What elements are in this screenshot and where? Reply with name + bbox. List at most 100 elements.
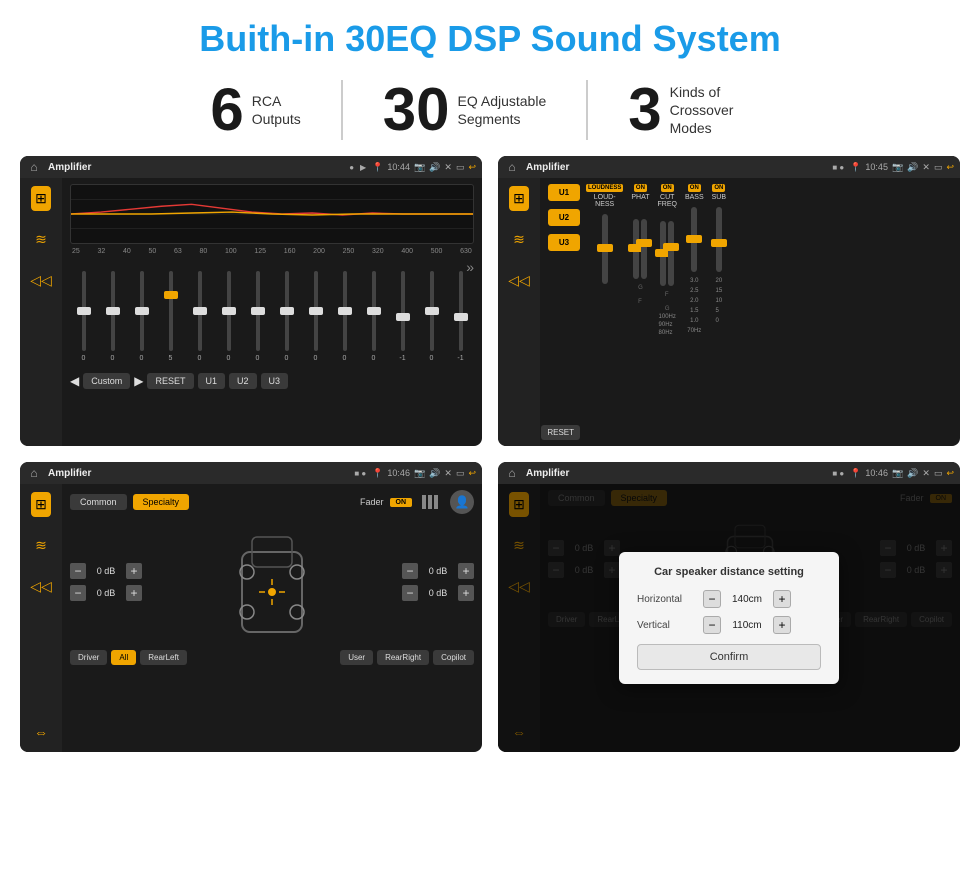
amp-loudness-slider[interactable] bbox=[602, 214, 608, 284]
db-plus-rr[interactable]: + bbox=[458, 585, 474, 601]
fader-sidebar-vol-icon[interactable]: ◁◁ bbox=[26, 574, 56, 599]
fader-copilot-btn[interactable]: Copilot bbox=[433, 650, 474, 665]
amp-controls-group: LOUDNESS LOUD-NESS ON PHAT bbox=[586, 184, 952, 440]
eq-u2-btn[interactable]: U2 bbox=[229, 373, 257, 389]
db-plus-rl[interactable]: + bbox=[126, 585, 142, 601]
amp-sidebar-vol-icon[interactable]: ◁◁ bbox=[504, 268, 534, 293]
eq-prev-btn[interactable]: ◀ bbox=[70, 374, 79, 388]
db-plus-fr[interactable]: + bbox=[458, 563, 474, 579]
fader-main: Common Specialty Fader ON 👤 − bbox=[62, 484, 482, 752]
sidebar-eq-icon[interactable]: ⊞ bbox=[31, 186, 51, 211]
db-minus-fr[interactable]: − bbox=[402, 563, 418, 579]
amp-sub-slider[interactable] bbox=[716, 207, 722, 272]
amp-cutfreq-slider1[interactable] bbox=[660, 221, 666, 286]
home-icon-3[interactable]: ⌂ bbox=[26, 465, 42, 481]
eq-sliders: 0 0 0 5 0 bbox=[70, 259, 474, 369]
eq-slider-0[interactable]: 0 bbox=[70, 259, 97, 369]
home-icon-2[interactable]: ⌂ bbox=[504, 159, 520, 175]
sidebar-vol-icon[interactable]: ◁◁ bbox=[26, 268, 56, 293]
eq-slider-3[interactable]: 5 bbox=[157, 259, 184, 369]
eq-slider-12[interactable]: 0 bbox=[418, 259, 445, 369]
home-icon-4[interactable]: ⌂ bbox=[504, 465, 520, 481]
fader-specialty-tab[interactable]: Specialty bbox=[133, 494, 190, 510]
eq-next-btn[interactable]: ▶ bbox=[134, 374, 143, 388]
db-minus-rl[interactable]: − bbox=[70, 585, 86, 601]
db-minus-fl[interactable]: − bbox=[70, 563, 86, 579]
amp-sub-label: SUB bbox=[712, 194, 726, 201]
eq-freq-labels: 2532405063 80100125160200 25032040050063… bbox=[70, 248, 474, 255]
dialog-vertical-plus[interactable]: + bbox=[773, 616, 791, 634]
eq-u1-btn[interactable]: U1 bbox=[198, 373, 226, 389]
fader-driver-btn[interactable]: Driver bbox=[70, 650, 107, 665]
eq-u3-btn[interactable]: U3 bbox=[261, 373, 289, 389]
amp-sidebar-wave-icon[interactable]: ≋ bbox=[509, 227, 529, 252]
eq-slider-2[interactable]: 0 bbox=[128, 259, 155, 369]
dialog-confirm-button[interactable]: Confirm bbox=[637, 644, 821, 670]
eq-slider-4[interactable]: 0 bbox=[186, 259, 213, 369]
status-title-1: Amplifier bbox=[48, 162, 343, 173]
eq-reset-btn[interactable]: RESET bbox=[147, 373, 193, 389]
amp-cutfreq-label: CUTFREQ bbox=[658, 194, 677, 208]
amp-phat-slider2[interactable] bbox=[641, 219, 647, 279]
amp-u3-btn[interactable]: U3 bbox=[548, 234, 580, 251]
fader-all-btn[interactable]: All bbox=[111, 650, 136, 665]
eq-slider-7[interactable]: 0 bbox=[273, 259, 300, 369]
dialog-vertical-minus[interactable]: − bbox=[703, 616, 721, 634]
db-value-rl: 0 dB bbox=[90, 588, 122, 598]
status-title-2: Amplifier bbox=[526, 162, 826, 173]
eq-slider-6[interactable]: 0 bbox=[244, 259, 271, 369]
db-minus-rr[interactable]: − bbox=[402, 585, 418, 601]
status-icons-2: 📍 10:45 📷 🔊 ✕ ▭ ↩ bbox=[850, 162, 954, 173]
status-bar-2: ⌂ Amplifier ■ ● 📍 10:45 📷 🔊 ✕ ▭ ↩ bbox=[498, 156, 960, 178]
dialog-horizontal-minus[interactable]: − bbox=[703, 590, 721, 608]
amp-cutfreq-slider2[interactable] bbox=[668, 221, 674, 286]
amp-bass-on: ON bbox=[688, 184, 701, 192]
amp-bass-label: BASS bbox=[685, 194, 704, 201]
amp-u1-btn[interactable]: U1 bbox=[548, 184, 580, 201]
eq-slider-9[interactable]: 0 bbox=[331, 259, 358, 369]
fader-avatar[interactable]: 👤 bbox=[450, 490, 474, 514]
eq-slider-10[interactable]: 0 bbox=[360, 259, 387, 369]
dialog-content: ⊞ ≋ ◁◁ ⇔ Common Specialty Fader ON bbox=[498, 484, 960, 752]
eq-slider-1[interactable]: 0 bbox=[99, 259, 126, 369]
stat-rca-number: 6 bbox=[210, 80, 243, 140]
amp-reset-btn[interactable]: RESET bbox=[541, 425, 580, 440]
fader-sidebar-eq-icon[interactable]: ⊞ bbox=[31, 492, 51, 517]
eq-custom-btn[interactable]: Custom bbox=[83, 373, 130, 389]
eq-slider-8[interactable]: 0 bbox=[302, 259, 329, 369]
amp-bass-slider[interactable] bbox=[691, 207, 697, 272]
db-value-fl: 0 dB bbox=[90, 566, 122, 576]
fader-sidebar-expand-icon[interactable]: ⇔ bbox=[30, 720, 52, 744]
db-plus-fl[interactable]: + bbox=[126, 563, 142, 579]
amp-loudness: LOUDNESS LOUD-NESS bbox=[586, 184, 623, 440]
stat-crossover: 3 Kinds ofCrossover Modes bbox=[588, 80, 809, 140]
stat-eq-label: EQ AdjustableSegments bbox=[458, 92, 547, 128]
fader-user-btn[interactable]: User bbox=[340, 650, 373, 665]
eq-graph-svg bbox=[71, 185, 473, 243]
fader-rearleft-btn[interactable]: RearLeft bbox=[140, 650, 187, 665]
amp-cutfreq-on: ON bbox=[661, 184, 674, 192]
status-icons-3: 📍 10:46 📷 🔊 ✕ ▭ ↩ bbox=[372, 468, 476, 479]
dialog-horizontal-plus[interactable]: + bbox=[773, 590, 791, 608]
sidebar-wave-icon[interactable]: ≋ bbox=[31, 227, 51, 252]
amp-u2-btn[interactable]: U2 bbox=[548, 209, 580, 226]
eq-slider-11[interactable]: -1 bbox=[389, 259, 416, 369]
amp-phat-label: PHAT bbox=[631, 194, 649, 201]
eq-slider-13[interactable]: -1 bbox=[447, 259, 474, 369]
eq-slider-5[interactable]: 0 bbox=[215, 259, 242, 369]
fader-common-tab[interactable]: Common bbox=[70, 494, 127, 510]
eq-bottom-bar: ◀ Custom ▶ RESET U1 U2 U3 bbox=[70, 373, 474, 389]
amp-sidebar-eq-icon[interactable]: ⊞ bbox=[509, 186, 529, 211]
fader-top-bar: Common Specialty Fader ON 👤 bbox=[70, 490, 474, 514]
amp-phat-slider1[interactable] bbox=[633, 219, 639, 279]
amp-loudness-label: LOUD-NESS bbox=[594, 194, 616, 208]
fader-content: ⊞ ≋ ◁◁ ⇔ Common Specialty Fader ON 👤 bbox=[20, 484, 482, 752]
fader-rearright-btn[interactable]: RearRight bbox=[377, 650, 429, 665]
home-icon-1[interactable]: ⌂ bbox=[26, 159, 42, 175]
amp-loudness-on: LOUDNESS bbox=[586, 184, 623, 192]
amp-sidebar: ⊞ ≋ ◁◁ bbox=[498, 178, 540, 446]
fader-sidebar-wave-icon[interactable]: ≋ bbox=[31, 533, 51, 558]
status-play-1: ▶ bbox=[360, 163, 366, 172]
status-dot-1: ● bbox=[349, 163, 354, 172]
stat-eq-number: 30 bbox=[383, 80, 450, 140]
